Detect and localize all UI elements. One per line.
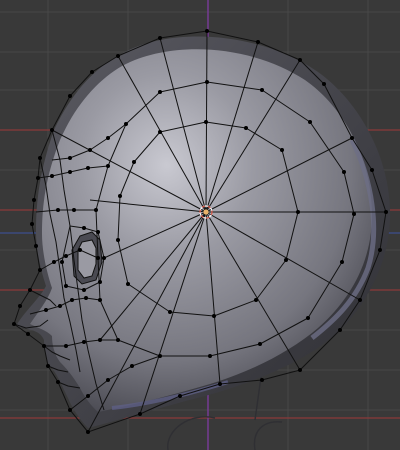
viewport-canvas[interactable] [0, 0, 400, 450]
head-surface [30, 49, 372, 413]
3d-viewport[interactable] [0, 0, 400, 450]
